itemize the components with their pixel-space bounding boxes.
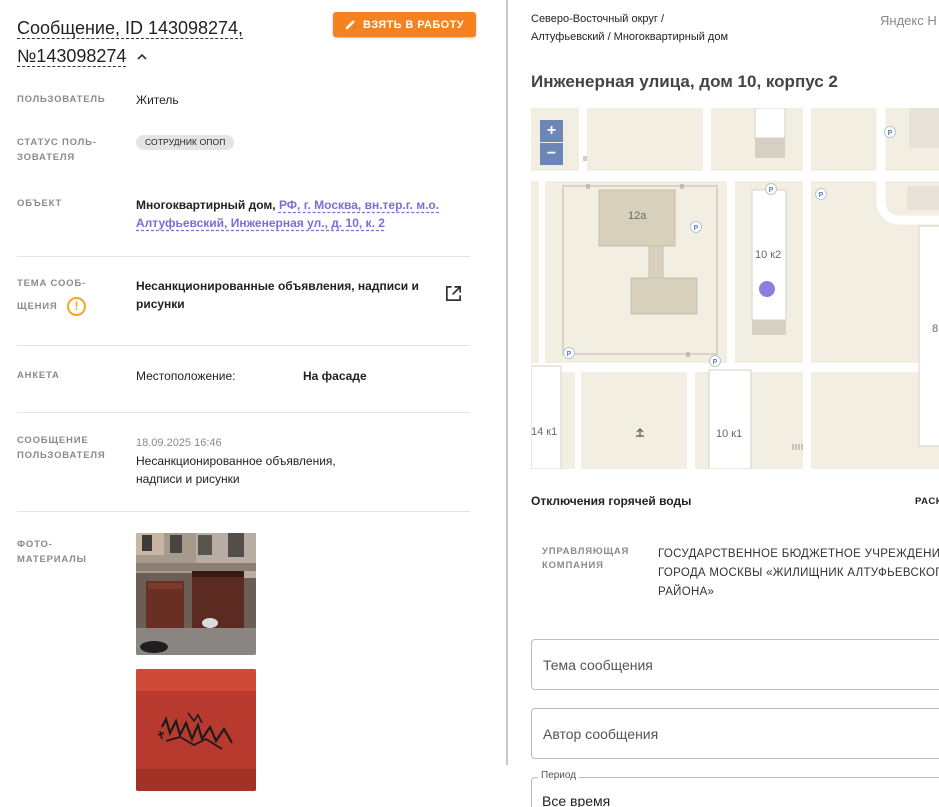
survey-key: Местоположение: xyxy=(136,369,236,383)
take-to-work-label: ВЗЯТЬ В РАБОТУ xyxy=(363,18,464,31)
topic-value-line1: Несанкционированные объявления, надписи … xyxy=(136,279,419,293)
object-type: Многоквартирный дом, xyxy=(136,198,279,212)
user-label: ПОЛЬЗОВАТЕЛЬ xyxy=(17,94,106,105)
divider xyxy=(17,345,470,346)
photos-label-line2: МАТЕРИАЛЫ xyxy=(17,554,87,565)
message-date: 18.09.2025 16:46 xyxy=(136,437,222,449)
period-value: Все время xyxy=(542,793,611,807)
status-badge: СОТРУДНИК ОПОП xyxy=(136,135,235,150)
object-label: ОБЪЕКТ xyxy=(17,198,63,209)
warning-icon[interactable]: ! xyxy=(67,297,86,316)
user-status-label-line1: СТАТУС ПОЛЬ- xyxy=(17,137,97,148)
management-company-label: УПРАВЛЯЮЩАЯ КОМПАНИЯ xyxy=(542,545,629,573)
divider xyxy=(17,256,470,257)
user-message-label-line1: СООБЩЕНИЕ xyxy=(17,435,89,446)
message-text-line1: Несанкционированное объявления, xyxy=(136,454,336,468)
photo-graffiti-image xyxy=(136,669,256,791)
take-to-work-button[interactable]: ВЗЯТЬ В РАБОТУ xyxy=(333,12,476,37)
management-company-value-line1: ГОСУДАРСТВЕННОЕ БЮДЖЕТНОЕ УЧРЕЖДЕНИЕ xyxy=(658,548,939,560)
message-title[interactable]: Сообщение, ID 143098274, №143098274 xyxy=(17,14,317,70)
photo-thumbnail[interactable] xyxy=(136,669,256,791)
user-message-label-line2: ПОЛЬЗОВАТЕЛЯ xyxy=(17,450,106,461)
message-panel: Сообщение, ID 143098274, №143098274 ВЗЯТ… xyxy=(0,0,500,807)
survey-value: На фасаде xyxy=(303,369,367,383)
hot-water-label: Отключения горячей воды xyxy=(531,494,692,508)
topic-label-line1: ТЕМА СООБ- xyxy=(17,278,86,289)
hot-water-expand-button[interactable]: РАСК xyxy=(915,496,939,507)
period-label: Период xyxy=(538,770,580,781)
topic-filter-field[interactable]: Тема сообщения xyxy=(531,639,939,690)
breadcrumb-area[interactable]: Алтуфьевский / Многоквартирный дом xyxy=(531,29,728,46)
map-building-label: 10 к2 xyxy=(755,249,781,261)
message-text-line2: надписи и рисунки xyxy=(136,472,240,486)
yandex-link[interactable]: Яндекс Н xyxy=(880,13,937,28)
location-panel: Северо-Восточный округ / Алтуфьевский / … xyxy=(510,0,939,807)
object-address-link[interactable]: РФ, г. Москва, вн.тер.г. м.о. xyxy=(279,198,439,212)
chevron-up-icon[interactable] xyxy=(137,52,147,62)
divider xyxy=(17,412,470,413)
map-building-label: 10 к1 xyxy=(716,428,742,440)
map[interactable]: P P P P P P 12а 10 к2 14 к1 10 к1 8 + − xyxy=(531,108,939,469)
divider xyxy=(17,511,470,512)
management-company-value-line3: РАЙОНА» xyxy=(658,586,715,598)
topic-value: Несанкционированные объявления, надписи … xyxy=(136,277,426,313)
map-building-label: 12а xyxy=(628,210,647,222)
parking-icon: P xyxy=(819,192,824,199)
map-canvas: P P P P P P 12а 10 к2 14 к1 10 к1 8 xyxy=(531,108,939,469)
open-external-icon[interactable] xyxy=(444,284,463,303)
parking-icon: P xyxy=(888,130,893,137)
parking-icon: P xyxy=(769,187,774,194)
author-filter-field[interactable]: Автор сообщения xyxy=(531,708,939,759)
management-company-value-line2: ГОРОДА МОСКВЫ «ЖИЛИЩНИК АЛТУФЬЕВСКОГО xyxy=(658,567,939,579)
survey-label: АНКЕТА xyxy=(17,370,60,381)
user-status-label-line2: ЗОВАТЕЛЯ xyxy=(17,152,76,163)
management-company-label-line2: КОМПАНИЯ xyxy=(542,560,604,571)
user-status-label: СТАТУС ПОЛЬ- ЗОВАТЕЛЯ xyxy=(17,135,97,165)
map-building-label: 8 xyxy=(932,323,938,335)
photo-thumbnail[interactable] xyxy=(136,533,256,655)
message-title-text: Сообщение, ID 143098274, №143098274 xyxy=(17,18,244,66)
topic-value-line2: рисунки xyxy=(136,297,185,311)
address-title: Инженерная улица, дом 10, корпус 2 xyxy=(531,72,838,91)
panel-separator[interactable] xyxy=(506,0,508,765)
photos-label-line1: ФОТО- xyxy=(17,539,53,550)
message-text: Несанкционированное объявления, надписи … xyxy=(136,452,336,488)
user-value: Житель xyxy=(136,93,179,107)
pencil-icon xyxy=(345,19,356,30)
zoom-in-button[interactable]: + xyxy=(540,120,563,142)
breadcrumb-district[interactable]: Северо-Восточный округ / xyxy=(531,11,664,28)
map-building-label: 14 к1 xyxy=(531,426,557,438)
parking-icon: P xyxy=(713,359,718,366)
user-message-label: СООБЩЕНИЕ ПОЛЬЗОВАТЕЛЯ xyxy=(17,433,105,463)
object-address-link-2[interactable]: Алтуфьевский, Инженерная ул., д. 10, к. … xyxy=(136,216,385,230)
zoom-out-button[interactable]: − xyxy=(540,143,563,165)
management-company-value: ГОСУДАРСТВЕННОЕ БЮДЖЕТНОЕ УЧРЕЖДЕНИЕ ГОР… xyxy=(658,545,939,602)
parking-icon: P xyxy=(567,351,572,358)
object-value: Многоквартирный дом, РФ, г. Москва, вн.т… xyxy=(136,196,456,232)
photos-label: ФОТО- МАТЕРИАЛЫ xyxy=(17,537,87,567)
photo-containers-image xyxy=(136,533,256,655)
parking-icon: P xyxy=(694,225,699,232)
management-company-label-line1: УПРАВЛЯЮЩАЯ xyxy=(542,546,630,557)
